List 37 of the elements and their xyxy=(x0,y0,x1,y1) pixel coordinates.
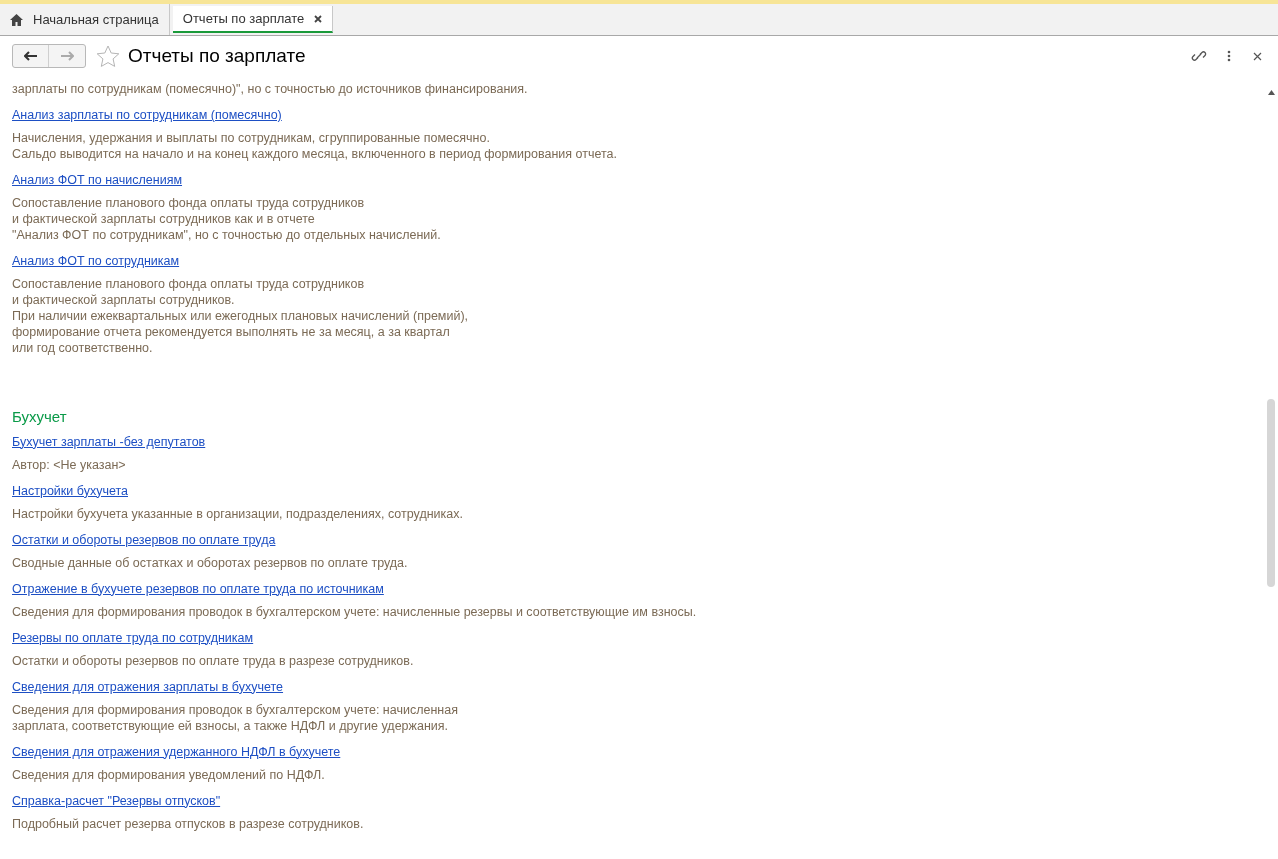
tab[interactable]: Начальная страница xyxy=(0,4,170,35)
report-description: Сведения для формирования уведомлений по НДФЛ. xyxy=(12,766,325,783)
report-description: Подробный расчет резерва отпусков в разрезе сотрудников. xyxy=(12,815,364,832)
report-link[interactable]: Бухучет зарплаты -без депутатов xyxy=(12,433,206,450)
right-arrow-icon xyxy=(60,51,74,61)
report-description: Сведения для формирования проводок в бухгалтерском учете: начисленная зарплата, соответствующие ей взносы, а также НДФЛ и другие удержания. xyxy=(12,701,458,734)
report-link[interactable]: Сведения для отражения удержанного НДФЛ в бухучете xyxy=(12,743,341,760)
report-description: Сводные данные об остатках и оборотах резервов по оплате труда. xyxy=(12,554,408,571)
report-description: Сопоставление планового фонда оплаты труда сотрудников и фактической зарплаты сотрудников как и в отчете "Анализ ФОТ по сотрудникам", но с точностью до отдельных начислений. xyxy=(12,195,441,243)
star-icon[interactable] xyxy=(96,44,120,68)
home-icon xyxy=(10,13,23,26)
left-arrow-icon xyxy=(23,51,38,61)
report-link[interactable]: Настройки бухучета xyxy=(12,482,128,499)
report-link[interactable]: Анализ ФОТ по сотрудникам xyxy=(12,253,180,269)
report-link[interactable]: Сведения для отражения зарплаты в бухучете xyxy=(12,678,284,695)
report-description: Сведения для формирования проводок в бухгалтерском учете: начисленные резервы и соответствующие им взносы. xyxy=(12,603,697,620)
scrollbar-thumb[interactable] xyxy=(1267,399,1275,587)
report-link[interactable]: Анализ ФОТ по начислениям xyxy=(12,172,183,188)
report-description: Настройки бухучета указанные в организации, подразделениях, сотрудниках. xyxy=(12,505,463,522)
report-description: Автор: <Не указан> xyxy=(12,456,126,473)
close-icon[interactable] xyxy=(314,14,323,23)
tab[interactable]: Отчеты по зарплате xyxy=(172,6,334,33)
section-heading: Бухучет xyxy=(12,407,67,427)
more-icon[interactable] xyxy=(1227,50,1231,62)
page-title: Отчеты по зарплате xyxy=(128,43,306,68)
report-link[interactable]: Остатки и обороты резервов по оплате труда xyxy=(12,531,276,548)
link-icon[interactable] xyxy=(1191,48,1207,64)
report-description: Сопоставление планового фонда оплаты труда сотрудников и фактической зарплаты сотрудников. При наличии ежеквартальных или ежегодных плановых начислений (премий), формирование отчета рекомендуется выполнять не за месяц, а за квартал или год соответственно. xyxy=(12,276,469,356)
report-description: зарплаты по сотрудникам (помесячно)", но с точностью до источников финансирования. xyxy=(12,81,528,97)
report-link[interactable]: Анализ зарплаты по сотрудникам (помесячно) xyxy=(12,107,282,123)
report-link[interactable]: Отражение в бухучете резервов по оплате труда по источникам xyxy=(12,580,384,597)
close-icon[interactable] xyxy=(1253,51,1262,61)
report-description: Остатки и обороты резервов по оплате труда в разрезе сотрудников. xyxy=(12,652,414,669)
report-link[interactable]: Резервы по оплате труда по сотрудникам xyxy=(12,629,254,646)
scroll-up-icon[interactable] xyxy=(1267,90,1275,95)
report-description: Начисления, удержания и выплаты по сотрудникам, сгруппированные помесячно. Сальдо выводится на начало и на конец каждого месяца, включенного в период формирования отчета. xyxy=(12,130,617,162)
report-link[interactable]: Справка-расчет "Резервы отпусков" xyxy=(12,792,221,809)
